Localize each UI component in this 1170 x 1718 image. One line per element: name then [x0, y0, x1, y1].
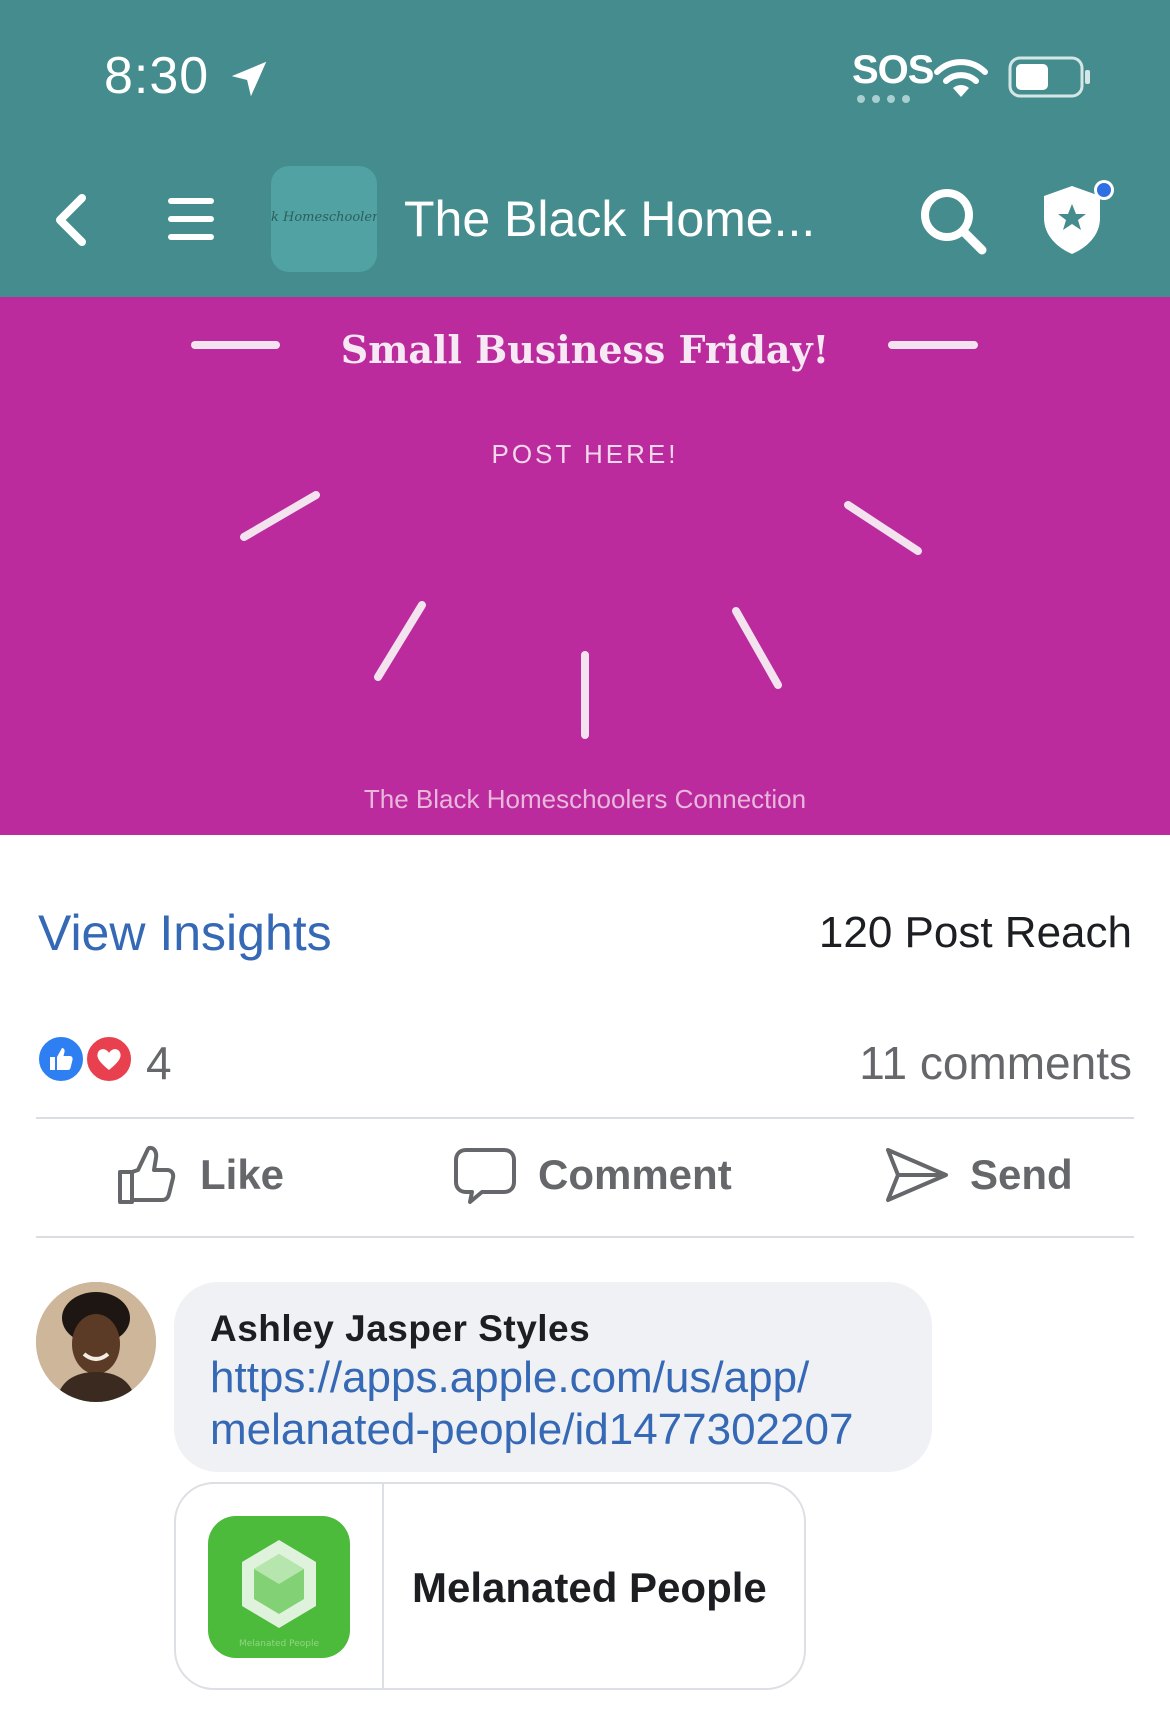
send-label: Send [970, 1151, 1073, 1198]
divider-bottom [36, 1236, 1134, 1238]
link-preview-card[interactable]: Melanated People Melanated People [174, 1482, 806, 1690]
comment-link-line2[interactable]: melanated-people/id1477302207 [210, 1404, 910, 1456]
profile-photo-icon [36, 1282, 156, 1402]
signal-dots-icon [857, 95, 910, 103]
comment-bubble: Ashley Jasper Styles https://apps.apple.… [174, 1282, 932, 1472]
group-title[interactable]: The Black Home... [404, 190, 815, 248]
group-avatar[interactable]: k Homeschoolers C [271, 166, 377, 272]
admin-shield-icon[interactable] [1038, 178, 1118, 258]
banner-rays-graphic [191, 341, 978, 739]
hexagon-logo-icon: Melanated People [239, 1540, 320, 1649]
like-reaction-icon[interactable] [36, 1034, 86, 1084]
comment-link-line1[interactable]: https://apps.apple.com/us/app/ [210, 1352, 910, 1404]
link-preview-title[interactable]: Melanated People [412, 1564, 767, 1612]
app-icon: Melanated People [208, 1516, 350, 1658]
search-icon[interactable] [918, 186, 988, 256]
comments-count[interactable]: 11 comments [859, 1036, 1132, 1090]
like-button[interactable]: Like [114, 1140, 284, 1210]
status-time: 8:30 [104, 47, 210, 105]
screen: 8:30 SOS k Homeschoolers C [0, 0, 1170, 1718]
commenter-name[interactable]: Ashley Jasper Styles [210, 1308, 590, 1350]
back-chevron-icon[interactable] [48, 190, 96, 250]
love-reaction-icon[interactable] [84, 1034, 134, 1084]
hamburger-menu-icon[interactable] [166, 194, 216, 244]
send-paper-plane-icon [886, 1148, 948, 1202]
battery-icon [1008, 56, 1090, 98]
comment-link[interactable]: https://apps.apple.com/us/app/ melanated… [210, 1352, 910, 1456]
link-preview-thumbnail: Melanated People [176, 1484, 384, 1688]
reaction-count[interactable]: 4 [146, 1036, 172, 1090]
app-icon-caption: Melanated People [239, 1639, 320, 1649]
app-header: 8:30 SOS k Homeschoolers C [0, 0, 1170, 297]
thumbs-up-icon [50, 1048, 73, 1070]
like-label: Like [200, 1151, 285, 1198]
wifi-icon [934, 59, 988, 97]
post-reach: 120 Post Reach [818, 908, 1132, 957]
comment-bubble-icon [454, 1148, 516, 1204]
divider-top [36, 1117, 1134, 1119]
banner-title: Small Business Friday! [340, 327, 830, 372]
heart-icon [97, 1049, 121, 1070]
banner-footer: The Black Homeschoolers Connection [363, 784, 807, 814]
location-arrow-icon [231, 61, 267, 97]
banner-subtitle: POST HERE! [491, 439, 679, 469]
sos-indicator: SOS [852, 48, 934, 92]
commenter-avatar[interactable] [36, 1282, 156, 1402]
comment-button[interactable]: Comment [452, 1140, 732, 1210]
view-insights-link[interactable]: View Insights [38, 904, 332, 962]
thumbs-up-outline-icon [118, 1145, 176, 1204]
group-avatar-text: k Homeschoolers C [271, 210, 377, 225]
post-image[interactable]: Small Business Friday! POST HERE! The Bl… [0, 297, 1170, 835]
send-button[interactable]: Send [884, 1140, 1073, 1210]
comment-label: Comment [538, 1151, 732, 1198]
